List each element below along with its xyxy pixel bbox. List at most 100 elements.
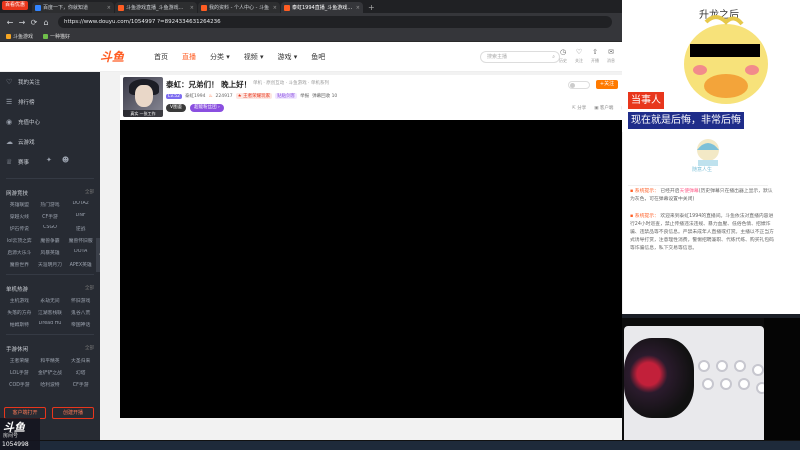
search-input[interactable]: 搜索主播 ⌕ [480, 50, 560, 63]
url-input[interactable]: https://www.douyu.com/1054997 ?=89243346… [58, 16, 612, 28]
v-badge-pill[interactable]: V图鉴 [166, 104, 187, 112]
tab-close-icon[interactable]: × [190, 5, 194, 11]
nav-fishbar[interactable]: 鱼吧 [311, 52, 325, 62]
category-link[interactable]: 魔兽怀旧服 [65, 237, 96, 244]
honor-badge[interactable]: ★ 王者荣耀玩家 [235, 93, 273, 99]
sidebar-item[interactable]: ☁ 云游戏 [0, 132, 100, 152]
browser-tab[interactable]: 斗鱼游戏直播_斗鱼游戏原创 × [115, 2, 197, 13]
follow-button[interactable]: +关注 [596, 80, 618, 89]
category-link[interactable]: 永劫无间 [35, 297, 66, 304]
category-link[interactable]: 江湖客栈联 [35, 309, 66, 316]
category-link[interactable]: CF手游 [35, 213, 66, 220]
tab-close-icon[interactable]: × [107, 5, 111, 11]
category-link[interactable]: APEX英雄 [65, 261, 96, 268]
promo-badge[interactable]: 百看优惠 [2, 1, 29, 10]
sidebar-item[interactable]: ☰ 排行榜 [0, 92, 100, 112]
category-link[interactable]: 风暴英雄 [35, 249, 66, 256]
search-icon[interactable]: ⌕ [552, 52, 555, 62]
douyu-logo[interactable]: 斗鱼 [100, 48, 140, 65]
sidebar-section-more[interactable]: 全部 [85, 345, 94, 353]
fan-club-pill[interactable]: 超能粉丝团 › [190, 104, 224, 112]
home-icon[interactable]: ⌂ [40, 18, 52, 27]
category-link[interactable]: Dread Hu [35, 321, 66, 328]
message-icon[interactable]: ✉ [604, 48, 618, 56]
bookmark-item[interactable]: 一种猫好 [43, 33, 70, 40]
browser-tab[interactable]: 泰虹1994直播_斗鱼游戏原创 × [281, 2, 363, 13]
danmu-recycle[interactable]: 弹幕回收 10 [312, 93, 337, 99]
category-link[interactable]: DOTA2 [65, 201, 96, 208]
category-link[interactable]: 天涯明月刀 [35, 261, 66, 268]
follow-icon[interactable]: ♡ [572, 48, 586, 56]
bookmark-item[interactable]: 斗鱼游戏 [6, 33, 33, 40]
category-link[interactable]: LOL手游 [4, 369, 35, 376]
sidebar-item[interactable]: ♡ 我的关注 [0, 72, 100, 92]
chat-highlight[interactable]: 天使弹幕 [680, 189, 699, 194]
browser-tab[interactable]: 我的资料 - 个人中心 - 斗鱼 × [198, 2, 280, 13]
tab-favicon-icon [284, 4, 290, 11]
category-link[interactable]: 鬼谷八荒 [65, 309, 96, 316]
category-link[interactable]: 怀旧游戏 [65, 297, 96, 304]
new-tab-button[interactable]: + [364, 3, 379, 13]
category-link[interactable]: 英雄联盟 [4, 201, 35, 208]
client-button[interactable]: ▣ 客户端 [594, 105, 613, 111]
category-link[interactable]: 大圣归来 [65, 357, 96, 364]
category-link[interactable]: DOTA [65, 249, 96, 256]
category-link[interactable]: 主机游戏 [4, 297, 35, 304]
category-link[interactable]: CF手游 [65, 381, 96, 388]
host-name[interactable]: 泰虹1994 [185, 93, 205, 99]
category-link[interactable]: 魔兽世界 [4, 261, 35, 268]
report-link[interactable]: 举报 [300, 93, 309, 99]
sidebar-section-more[interactable]: 全部 [85, 189, 94, 197]
upload-icon[interactable]: ⇧ [588, 48, 602, 56]
game-icon[interactable]: ☻ [62, 156, 69, 164]
title-badge[interactable]: 贴贴剑客 [275, 93, 298, 99]
category-link[interactable]: 帕姆斯特 [4, 321, 35, 328]
site-header: 斗鱼 首页 直播 分类 ▾ 视频 ▾ 游戏 ▾ 鱼吧 搜索主播 ⌕ [0, 42, 622, 72]
category-link[interactable]: 启源大乐斗 [4, 249, 35, 256]
nav-video[interactable]: 视频 ▾ [244, 52, 264, 62]
streamer-avatar[interactable]: 真实 一张工作 [123, 77, 163, 117]
category-link[interactable]: 金铲铲之战 [35, 369, 66, 376]
category-link[interactable]: 逆战 [65, 225, 96, 232]
game-icon[interactable]: ✦ [46, 156, 52, 164]
category-link[interactable]: 帝国神话 [65, 321, 96, 328]
sidebar-item[interactable]: ◉ 充值中心 [0, 112, 100, 132]
sidebar-section-title[interactable]: 单机热游 [6, 285, 28, 293]
tab-list: 百度一下，你就知道 × 斗鱼游戏直播_斗鱼游戏原创 × 我的资料 - 个人中心 - 斗鱼… [32, 2, 364, 13]
video-player[interactable] [120, 120, 622, 418]
category-link[interactable]: COD手游 [4, 381, 35, 388]
category-link[interactable]: 哈利波特 [35, 381, 66, 388]
category-link[interactable]: lol云顶之弈 [4, 237, 35, 244]
category-link[interactable]: 穿越火线 [4, 213, 35, 220]
back-icon[interactable]: ← [4, 18, 16, 27]
category-link[interactable]: 热门游戏 [35, 201, 66, 208]
category-link[interactable]: DNF [65, 213, 96, 220]
room-tags[interactable]: 单机 · 原创互动 · 斗鱼游戏 · 单机系列 [253, 80, 329, 86]
sidebar-category-grid: 主机游戏 永劫无间 怀旧游戏失落的方舟 江湖客栈联 鬼谷八荒帕姆斯特 Dread Hu 帝国… [0, 297, 100, 328]
refresh-icon[interactable]: ⟳ [28, 18, 40, 27]
tab-close-icon[interactable]: × [273, 5, 277, 11]
category-link[interactable]: 失落的方舟 [4, 309, 35, 316]
nav-games[interactable]: 游戏 ▾ [278, 52, 298, 62]
notify-toggle[interactable] [568, 81, 590, 89]
tab-label: 斗鱼游戏直播_斗鱼游戏原创 [126, 5, 188, 11]
category-link[interactable]: 和平精英 [35, 357, 66, 364]
sidebar-section-more[interactable]: 全部 [85, 285, 94, 293]
category-link[interactable]: 王者荣耀 [4, 357, 35, 364]
nav-category[interactable]: 分类 ▾ [210, 52, 230, 62]
tab-close-icon[interactable]: × [356, 5, 360, 11]
nav-home[interactable]: 首页 [154, 52, 168, 62]
start-stream-button[interactable]: 创建开播 [52, 407, 94, 419]
category-link[interactable]: 幻塔 [65, 369, 96, 376]
category-link[interactable]: 炉石传说 [4, 225, 35, 232]
browser-tab[interactable]: 百度一下，你就知道 × [32, 2, 114, 13]
sidebar-item-icon: ♕ [6, 158, 13, 166]
category-link[interactable]: CSGO [35, 225, 66, 232]
history-icon[interactable]: ◷ [556, 48, 570, 56]
nav-live[interactable]: 直播 [182, 52, 196, 62]
sidebar-section-title[interactable]: 网游竞技 [6, 189, 28, 197]
share-button[interactable]: ⇱ 分享 [572, 105, 586, 111]
sidebar-section-title[interactable]: 手游休闲 [6, 345, 28, 353]
forward-icon[interactable]: → [16, 18, 28, 27]
category-link[interactable]: 魔兽争霸 [35, 237, 66, 244]
